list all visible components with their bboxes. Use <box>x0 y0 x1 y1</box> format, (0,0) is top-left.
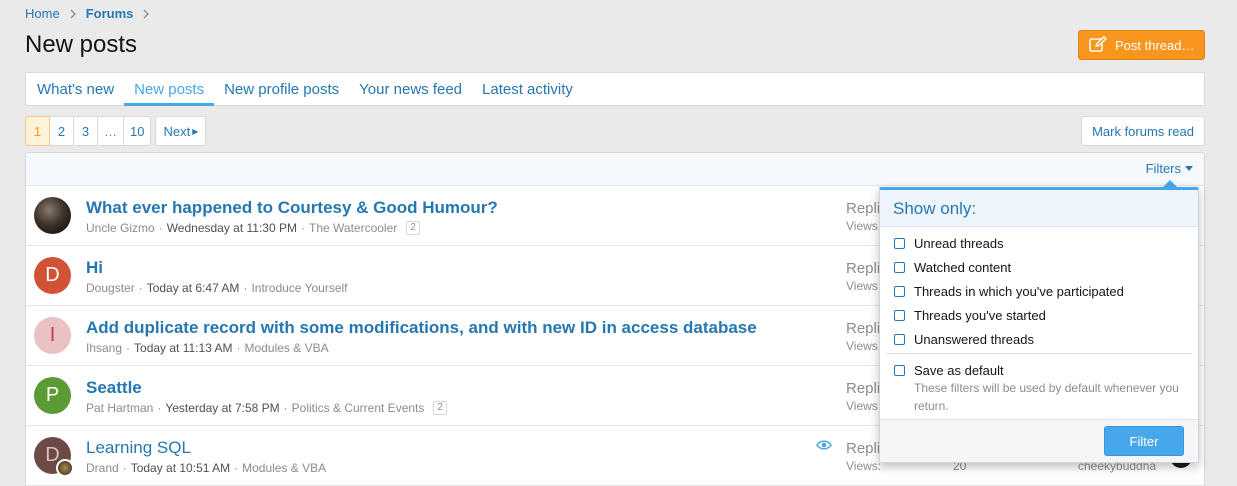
views-label: Views <box>846 219 878 233</box>
filter-menu: Show only: Unread threads Watched conten… <box>879 187 1199 463</box>
filter-save-default[interactable]: Save as default <box>894 363 1004 378</box>
filter-participated[interactable]: Threads in which you've participated <box>894 284 1124 299</box>
save-default-hint: These filters will be used by default wh… <box>914 381 1179 413</box>
caret-right-icon: ▶ <box>192 126 199 136</box>
filter-unread-threads[interactable]: Unread threads <box>894 236 1004 251</box>
thread-forum[interactable]: Modules & VBA <box>242 461 326 475</box>
checkbox[interactable] <box>894 310 905 321</box>
mark-forums-read-button[interactable]: Mark forums read <box>1081 116 1205 146</box>
checkbox[interactable] <box>894 286 905 297</box>
filter-label: Unread threads <box>914 236 1004 251</box>
eye-icon <box>816 439 832 454</box>
filters-button[interactable]: Filters <box>1146 161 1193 176</box>
filter-label: Watched content <box>914 260 1012 275</box>
thread-author[interactable]: Pat Hartman <box>86 401 153 415</box>
avatar[interactable]: D <box>34 257 71 294</box>
thread-title[interactable]: Hi <box>86 258 103 278</box>
views-label: Views: <box>846 459 882 473</box>
filter-label: Threads in which you've participated <box>914 284 1124 299</box>
tab-bar: What's new New posts New profile posts Y… <box>25 72 1205 106</box>
filters-label: Filters <box>1145 161 1181 176</box>
thread-meta: Drand · Today at 10:51 AM · Modules & VBA <box>86 461 327 475</box>
thread-title[interactable]: Learning SQL <box>86 438 191 458</box>
thread-title[interactable]: Add duplicate record with some modificat… <box>86 318 757 338</box>
checkbox[interactable] <box>894 262 905 273</box>
thread-author[interactable]: Drand <box>86 461 119 475</box>
chevron-right-icon <box>139 9 153 19</box>
breadcrumb-forums[interactable]: Forums <box>86 6 134 21</box>
replies-label: Repli <box>846 260 881 277</box>
thread-meta: Ihsang · Today at 11:13 AM · Modules & VBA <box>86 341 329 355</box>
thread-title[interactable]: What ever happened to Courtesy & Good Hu… <box>86 198 498 218</box>
next-page-button[interactable]: Next ▶ <box>155 116 207 146</box>
thread-meta: Pat Hartman · Yesterday at 7:58 PM · Polit… <box>86 401 447 415</box>
thread-author[interactable]: Uncle Gizmo <box>86 221 155 235</box>
thread-date[interactable]: Today at 6:47 AM <box>147 281 240 295</box>
replies-label: Repli <box>846 320 881 337</box>
filter-menu-footer: Filter <box>880 419 1198 462</box>
avatar[interactable]: I <box>34 317 71 354</box>
caret-down-icon <box>1185 166 1193 171</box>
page-10[interactable]: 10 <box>123 116 152 146</box>
breadcrumb: Home Forums <box>25 6 159 21</box>
thread-meta: Dougster · Today at 6:47 AM · Introduce Yo… <box>86 281 348 295</box>
thread-forum[interactable]: Modules & VBA <box>245 341 329 355</box>
avatar[interactable]: P <box>34 377 71 414</box>
page-3[interactable]: 3 <box>73 116 98 146</box>
filter-label: Save as default <box>914 363 1004 378</box>
last-poster-mini-avatar[interactable] <box>56 459 74 477</box>
thread-date[interactable]: Yesterday at 7:58 PM <box>165 401 279 415</box>
page-badge[interactable]: 2 <box>433 401 447 415</box>
post-thread-label: Post thread… <box>1115 37 1195 53</box>
filter-label: Threads you've started <box>914 308 1046 323</box>
thread-list-header: Filters <box>26 153 1204 186</box>
thread-author[interactable]: Ihsang <box>86 341 122 355</box>
replies-label: Repli <box>846 200 881 217</box>
thread-meta: Uncle Gizmo · Wednesday at 11:30 PM · The … <box>86 221 420 235</box>
thread-author[interactable]: Dougster <box>86 281 135 295</box>
thread-forum[interactable]: The Watercooler <box>309 221 397 235</box>
thread-date[interactable]: Today at 10:51 AM <box>131 461 230 475</box>
tab-new-profile-posts[interactable]: New profile posts <box>214 73 349 105</box>
post-thread-button[interactable]: Post thread… <box>1078 30 1205 60</box>
filter-started[interactable]: Threads you've started <box>894 308 1046 323</box>
avatar[interactable] <box>34 197 71 234</box>
filter-menu-heading: Show only: <box>880 190 1198 227</box>
checkbox[interactable] <box>894 334 905 345</box>
filter-label: Unanswered threads <box>914 332 1034 347</box>
filter-watched-content[interactable]: Watched content <box>894 260 1011 275</box>
thread-date[interactable]: Today at 11:13 AM <box>134 341 233 355</box>
page-badge[interactable]: 2 <box>406 221 420 235</box>
replies-label: Repli <box>846 440 881 457</box>
views-label: Views <box>846 399 878 413</box>
checkbox[interactable] <box>894 365 905 376</box>
tab-whats-new[interactable]: What's new <box>27 73 124 105</box>
tab-your-news-feed[interactable]: Your news feed <box>349 73 472 105</box>
page-2[interactable]: 2 <box>49 116 74 146</box>
chevron-right-icon <box>66 9 80 19</box>
filter-button[interactable]: Filter <box>1104 426 1184 456</box>
filter-unanswered[interactable]: Unanswered threads <box>894 332 1034 347</box>
thread-title[interactable]: Seattle <box>86 378 142 398</box>
views-label: Views <box>846 339 878 353</box>
tab-new-posts[interactable]: New posts <box>124 73 215 106</box>
thread-forum[interactable]: Introduce Yourself <box>251 281 347 295</box>
views-label: Views <box>846 279 878 293</box>
replies-label: Repli <box>846 380 881 397</box>
checkbox[interactable] <box>894 238 905 249</box>
edit-icon <box>1089 35 1115 55</box>
next-label: Next <box>163 123 191 139</box>
page-skip[interactable]: … <box>97 116 124 146</box>
pagination: 1 2 3 … 10 Next ▶ <box>25 116 207 146</box>
page-title: New posts <box>25 31 138 58</box>
divider <box>886 353 1192 354</box>
page-1[interactable]: 1 <box>25 116 50 146</box>
thread-date[interactable]: Wednesday at 11:30 PM <box>167 221 297 235</box>
tab-latest-activity[interactable]: Latest activity <box>472 73 583 105</box>
thread-forum[interactable]: Politics & Current Events <box>292 401 425 415</box>
breadcrumb-home[interactable]: Home <box>25 6 60 21</box>
